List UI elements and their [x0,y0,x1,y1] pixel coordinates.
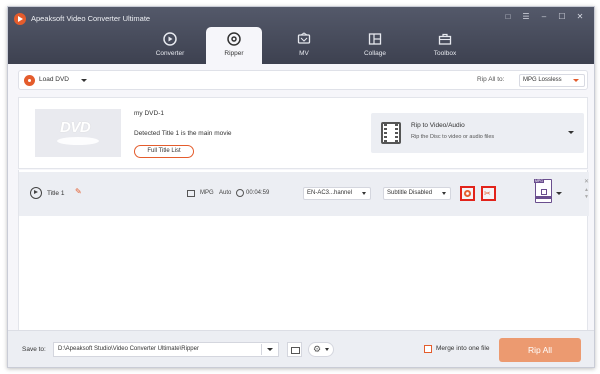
move-down-chevron-icon[interactable]: ▼ [584,194,589,200]
tab-toolbox[interactable]: Toolbox [417,27,473,64]
play-icon[interactable] [30,187,42,199]
mv-icon [297,32,311,44]
rip-all-to-label: Rip All to: [477,76,505,83]
rename-pencil-icon[interactable]: ✎ [75,188,83,196]
edit-star-icon [464,190,471,197]
dvd-logo: DVD [60,119,91,136]
open-folder-button[interactable] [287,342,302,357]
subtitle-select[interactable]: Subtitle Disabled [383,187,451,200]
tab-toolbox-label: Toolbox [433,50,457,57]
chevron-down-icon [568,131,574,134]
ripper-toolbar: Load DVD Rip All to: MPG Lossless [18,70,588,90]
tab-converter[interactable]: Converter [142,27,198,64]
merge-checkbox[interactable] [424,345,432,353]
full-title-list-button[interactable]: Full Title List [134,145,194,158]
rip-all-button[interactable]: Rip All [499,338,581,362]
move-up-chevron-icon[interactable]: ▲ [584,187,589,193]
audio-track-select[interactable]: EN-AC3...hannel [303,187,371,200]
tab-mv[interactable]: MV [276,27,332,64]
load-dvd-button[interactable]: Load DVD [39,76,69,83]
settings-button[interactable]: ⚙ [308,342,334,357]
tab-ripper-label: Ripper [224,50,244,57]
output-format-tag: MPG [534,179,544,183]
window-controls: □ ☰ – ☐ ✕ [502,11,586,23]
title-row: Title 1 ✎ MPG Auto 00:04:59 EN-AC3...han… [19,172,589,216]
maximize-icon[interactable]: ☐ [556,11,568,23]
resolution: Auto [219,190,232,196]
feedback-icon[interactable]: □ [502,11,514,23]
title-bar: Apeaksoft Video Converter Ultimate □ ☰ –… [8,7,594,64]
output-format-chevron-down-icon[interactable] [556,192,562,195]
menu-icon[interactable]: ☰ [520,11,532,23]
load-dvd-chevron-down-icon[interactable] [81,79,87,82]
ripper-icon [227,32,241,46]
title-name: Title 1 [47,190,65,197]
subtitle-value: Subtitle Disabled [387,190,433,196]
save-path-value: D:\Apeaksoft Studio\Video Converter Ulti… [58,346,199,352]
output-format-band [536,196,551,199]
tab-collage[interactable]: Collage [347,27,403,64]
duration: 00:04:59 [246,190,270,196]
collage-icon [368,33,382,45]
remove-title-close-icon[interactable]: ✕ [584,178,589,185]
edit-effects-button[interactable] [460,186,475,201]
chevron-down-icon [267,348,273,351]
chevron-down-icon [325,348,329,351]
app-title: Apeaksoft Video Converter Ultimate [31,14,151,23]
minimize-icon[interactable]: – [538,11,550,23]
dvd-thumbnail: DVD [35,109,121,157]
app-logo-icon [14,13,26,25]
toolbox-icon [438,33,452,45]
converter-icon [163,32,177,46]
divider [261,344,262,355]
rip-to-title: Rip to Video/Audio [411,122,465,129]
bottom-bar: Save to: D:\Apeaksoft Studio\Video Conve… [8,330,594,367]
detected-title-text: Detected Title 1 is the main movie [134,130,232,137]
chevron-down-icon [362,192,366,195]
main-tabs: Converter Ripper MV Collage Toolbox [8,25,594,64]
audio-track-value: EN-AC3...hannel [307,190,353,196]
rip-to-subtitle: Rip the Disc to video or audio files [411,134,495,140]
rip-to-selector[interactable]: Rip to Video/Audio Rip the Disc to video… [371,113,584,153]
source-panel: DVD my DVD-1 Detected Title 1 is the mai… [18,97,588,169]
title-list: Title 1 ✎ MPG Auto 00:04:59 EN-AC3...han… [18,170,589,330]
tab-mv-label: MV [299,50,309,57]
tab-ripper[interactable]: Ripper [206,27,262,64]
rip-all-to-value: MPG Lossless [523,77,562,83]
rip-all-to-select[interactable]: MPG Lossless [519,74,585,87]
cut-button[interactable]: ✂ [481,186,496,201]
chevron-down-icon [442,192,446,195]
film-strip-icon [381,122,401,144]
clock-icon [236,189,244,197]
gear-icon: ⚙ [313,344,322,354]
tab-collage-label: Collage [363,50,387,57]
save-path-select[interactable]: D:\Apeaksoft Studio\Video Converter Ulti… [53,342,279,357]
scissors-icon: ✂ [484,189,491,198]
load-dvd-icon[interactable] [24,75,35,86]
chevron-down-icon [573,79,579,82]
output-format-thumbnail[interactable]: MPG [534,179,552,203]
dvd-name: my DVD-1 [134,110,164,117]
tab-converter-label: Converter [155,50,185,57]
disc-icon [57,137,99,145]
output-file-icon [541,189,547,195]
save-to-label: Save to: [22,346,46,353]
video-format-icon [187,190,195,197]
close-icon[interactable]: ✕ [574,11,586,23]
app-window: Apeaksoft Video Converter Ultimate □ ☰ –… [7,6,595,368]
source-format: MPG [200,190,214,196]
merge-label[interactable]: Merge into one file [436,345,489,352]
